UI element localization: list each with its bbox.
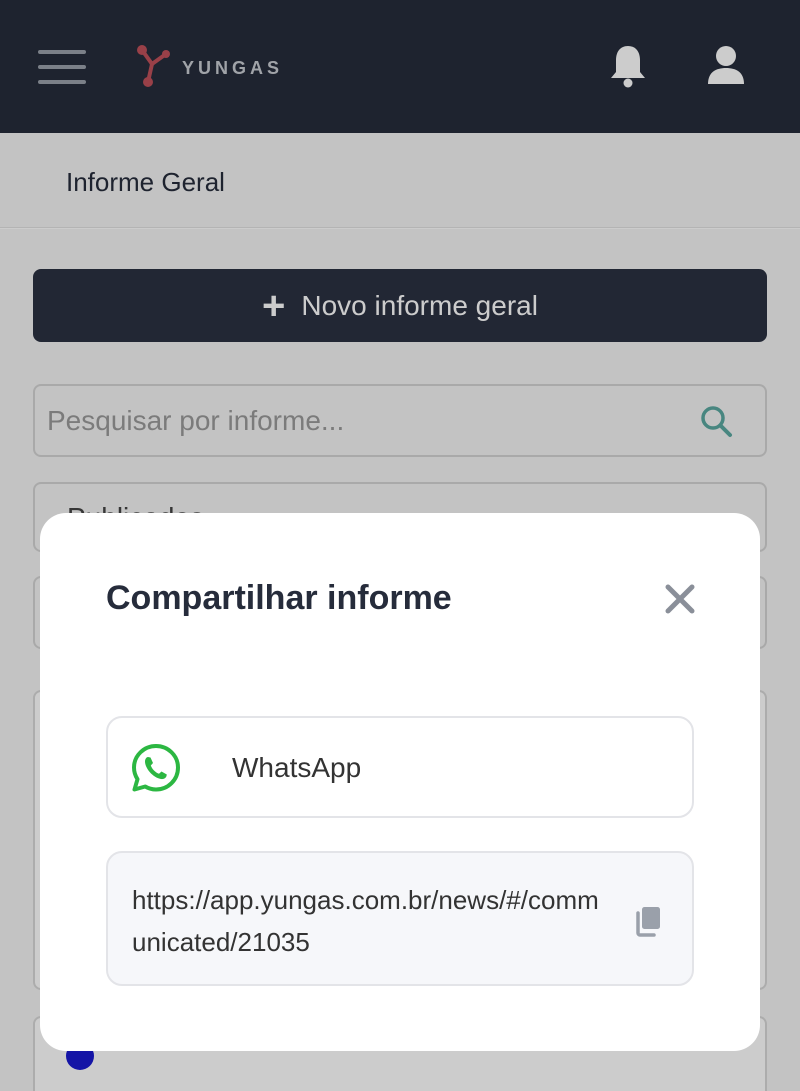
whatsapp-icon <box>132 744 180 792</box>
close-icon[interactable] <box>660 579 700 619</box>
whatsapp-label: WhatsApp <box>232 752 362 783</box>
share-whatsapp-button[interactable]: WhatsApp <box>106 716 694 818</box>
copy-icon[interactable] <box>634 905 662 937</box>
modal-title: Compartilhar informe <box>106 579 452 617</box>
share-url-text[interactable]: https://app.yungas.com.br/news/#/communi… <box>132 879 608 963</box>
share-link-box: https://app.yungas.com.br/news/#/communi… <box>106 851 694 986</box>
share-modal: Compartilhar informe WhatsApp https://ap… <box>40 513 760 1051</box>
